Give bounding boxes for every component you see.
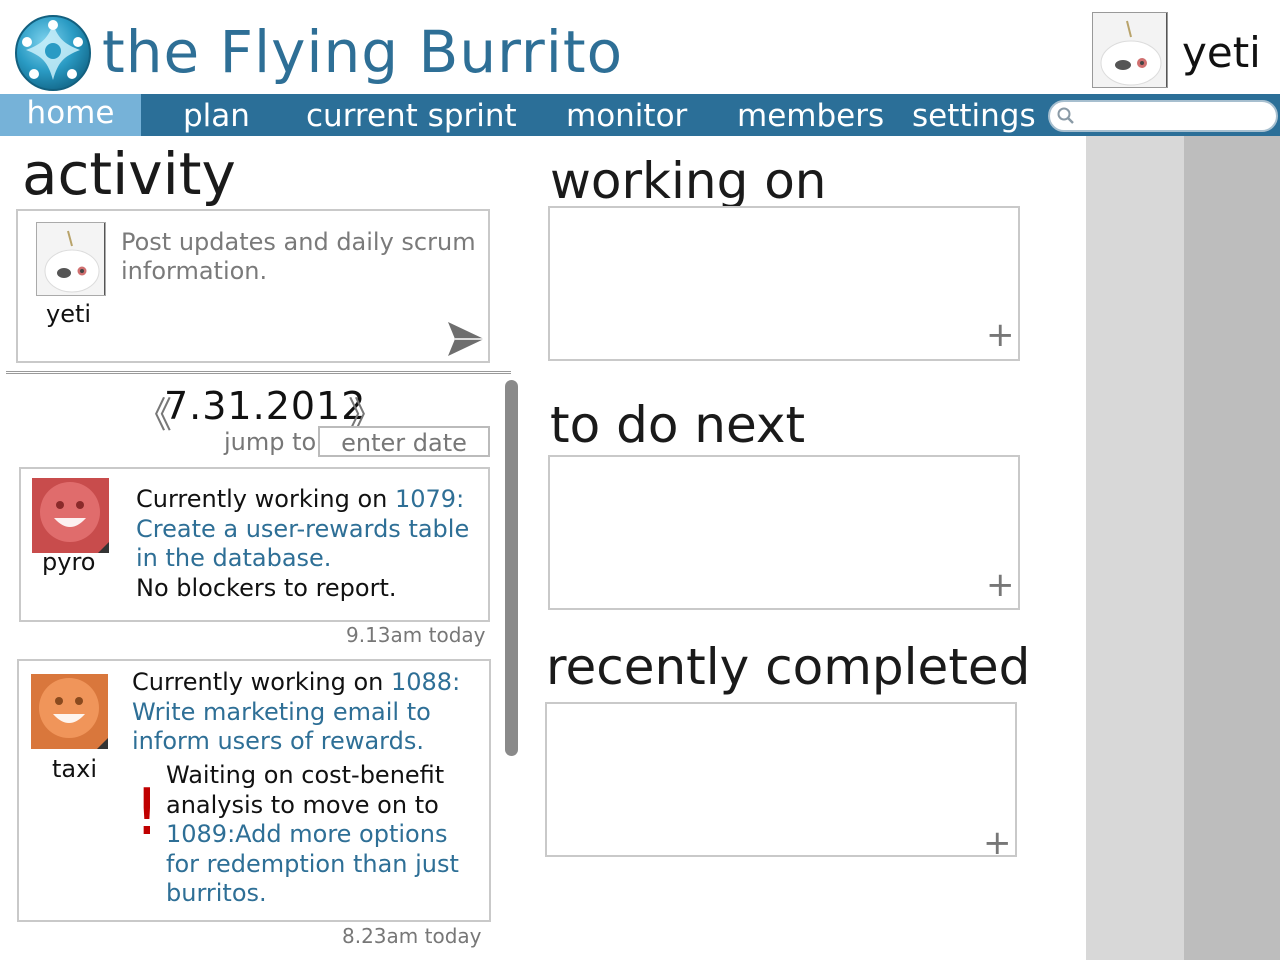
nav-monitor[interactable]: monitor	[566, 94, 687, 136]
feed-username[interactable]: pyro	[42, 548, 95, 576]
post-input-placeholder[interactable]: Post updates and daily scrum information…	[121, 228, 481, 286]
date-input[interactable]: enter date	[318, 426, 490, 457]
task-link-1089[interactable]: 1089:Add more options for redemption tha…	[166, 820, 459, 907]
feed-text: Currently working on 1088: Write marketi…	[132, 668, 477, 757]
activity-divider	[6, 371, 511, 374]
recently-completed-title: recently completed	[546, 638, 1031, 696]
blocker-text: Waiting on cost-benefit analysis to move…	[166, 761, 445, 819]
blocker-warning-icon: !	[134, 776, 160, 850]
feed-username[interactable]: taxi	[52, 755, 97, 783]
user-avatar[interactable]	[1092, 12, 1168, 88]
nav-home[interactable]: home	[0, 94, 141, 136]
activity-title: activity	[22, 140, 236, 208]
send-icon[interactable]	[446, 320, 486, 358]
post-username: yeti	[46, 300, 92, 328]
add-working-on-button[interactable]: +	[986, 318, 1015, 352]
pyro-avatar	[32, 478, 109, 553]
nav-current-sprint[interactable]: current sprint	[306, 94, 517, 136]
feed-text-prefix: Currently working on	[132, 668, 391, 696]
recently-completed-panel	[545, 702, 1017, 857]
header-username[interactable]: yeti	[1182, 28, 1261, 77]
to-do-next-panel	[548, 455, 1020, 610]
nav-plan[interactable]: plan	[183, 94, 250, 136]
feed-timestamp: 8.23am today	[342, 924, 482, 948]
taxi-avatar	[31, 674, 108, 749]
current-date: 7.31.2012	[164, 384, 367, 428]
feed-blocker: Waiting on cost-benefit analysis to move…	[166, 761, 476, 909]
nav-settings[interactable]: settings	[912, 94, 1036, 136]
post-avatar	[36, 222, 106, 296]
search-icon[interactable]	[1056, 106, 1076, 126]
feed-text-prefix: Currently working on	[136, 485, 395, 513]
app-title: the Flying Burrito	[102, 18, 624, 86]
burrito-logo-icon[interactable]	[14, 14, 92, 92]
side-panel-dark	[1184, 136, 1280, 960]
add-completed-button[interactable]: +	[983, 826, 1012, 860]
search-input[interactable]	[1048, 100, 1278, 132]
nav-members[interactable]: members	[737, 94, 884, 136]
working-on-title: working on	[550, 152, 827, 210]
feed-scrollbar[interactable]	[505, 380, 518, 756]
feed-timestamp: 9.13am today	[346, 623, 486, 647]
feed-status: No blockers to report.	[136, 574, 397, 602]
jump-to-label: jump to	[224, 428, 317, 456]
working-on-panel	[548, 206, 1020, 361]
feed-text: Currently working on 1079: Create a user…	[136, 485, 476, 574]
to-do-next-title: to do next	[550, 396, 806, 454]
add-to-do-button[interactable]: +	[986, 568, 1015, 602]
side-panel-light	[1086, 136, 1184, 960]
